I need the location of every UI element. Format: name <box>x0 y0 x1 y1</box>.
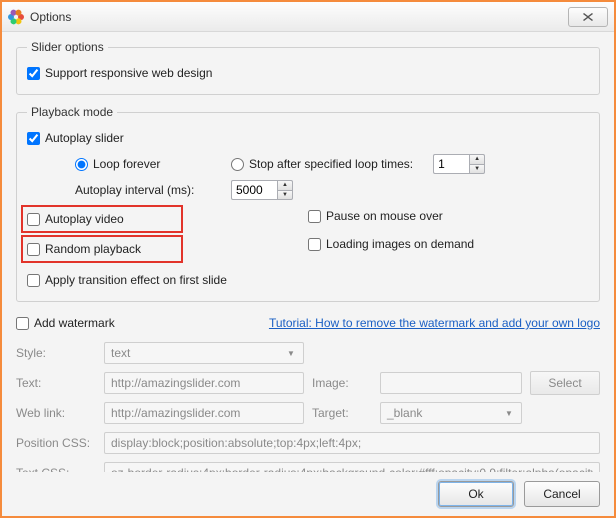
autoplay-video-checkbox[interactable] <box>27 213 40 226</box>
autoplay-video-text: Autoplay video <box>45 212 124 226</box>
transition-first-checkbox[interactable] <box>27 274 40 287</box>
loading-on-demand-text: Loading images on demand <box>326 237 474 251</box>
pause-hover-checkbox-label[interactable]: Pause on mouse over <box>308 209 443 223</box>
ok-button[interactable]: Ok <box>438 481 514 507</box>
pause-hover-text: Pause on mouse over <box>326 209 443 223</box>
interval-up-icon[interactable]: ▲ <box>277 180 293 190</box>
weblink-label: Web link: <box>16 406 96 420</box>
add-watermark-checkbox[interactable] <box>16 317 29 330</box>
responsive-checkbox[interactable] <box>27 67 40 80</box>
options-dialog: Options Slider options Support responsiv… <box>2 2 614 516</box>
text-css-input[interactable] <box>104 462 600 472</box>
autoplay-slider-text: Autoplay slider <box>45 131 124 145</box>
loop-times-spinner[interactable]: ▲ ▼ <box>433 154 485 174</box>
app-icon <box>8 9 24 25</box>
pause-hover-checkbox[interactable] <box>308 210 321 223</box>
close-icon <box>583 13 593 21</box>
watermark-settings-grid: Style: text ▼ Text: Image: Select Web li… <box>16 340 600 472</box>
target-label: Target: <box>312 406 372 420</box>
target-select[interactable]: _blank ▼ <box>380 402 522 424</box>
loop-times-down-icon[interactable]: ▼ <box>469 164 485 175</box>
autoplay-video-checkbox-label[interactable]: Autoplay video <box>27 212 124 226</box>
slider-options-legend: Slider options <box>27 40 108 54</box>
style-value: text <box>111 346 130 360</box>
responsive-text: Support responsive web design <box>45 66 212 80</box>
watermark-row: Add watermark Tutorial: How to remove th… <box>16 312 600 334</box>
random-playback-checkbox[interactable] <box>27 243 40 256</box>
add-watermark-text: Add watermark <box>34 316 115 330</box>
loop-forever-radio[interactable] <box>75 158 88 171</box>
interval-down-icon[interactable]: ▼ <box>277 190 293 201</box>
interval-spinner[interactable]: ▲ ▼ <box>231 180 293 200</box>
loop-times-input[interactable] <box>433 154 469 174</box>
add-watermark-checkbox-label[interactable]: Add watermark <box>16 316 115 330</box>
text-input[interactable] <box>104 372 304 394</box>
style-select[interactable]: text ▼ <box>104 342 304 364</box>
stop-after-radio-label[interactable]: Stop after specified loop times: <box>231 157 413 171</box>
playback-mode-legend: Playback mode <box>27 105 117 119</box>
loading-on-demand-checkbox-label[interactable]: Loading images on demand <box>308 237 474 251</box>
dialog-button-bar: Ok Cancel <box>2 472 614 516</box>
stop-after-text: Stop after specified loop times: <box>249 157 413 171</box>
playback-mode-group: Playback mode Autoplay slider Loop forev… <box>16 105 600 302</box>
style-label: Style: <box>16 346 96 360</box>
responsive-checkbox-label[interactable]: Support responsive web design <box>27 66 212 80</box>
loop-forever-radio-label[interactable]: Loop forever <box>75 157 225 171</box>
close-button[interactable] <box>568 7 608 27</box>
loading-on-demand-checkbox[interactable] <box>308 238 321 251</box>
transition-first-checkbox-label[interactable]: Apply transition effect on first slide <box>27 273 227 287</box>
image-input[interactable] <box>380 372 522 394</box>
position-css-input[interactable] <box>104 432 600 454</box>
loop-forever-text: Loop forever <box>93 157 160 171</box>
text-label: Text: <box>16 376 96 390</box>
autoplay-slider-checkbox[interactable] <box>27 132 40 145</box>
watermark-tutorial-link[interactable]: Tutorial: How to remove the watermark an… <box>269 316 600 330</box>
titlebar: Options <box>2 2 614 32</box>
transition-first-text: Apply transition effect on first slide <box>45 273 227 287</box>
target-value: _blank <box>387 406 422 420</box>
chevron-down-icon: ▼ <box>501 409 517 418</box>
weblink-input[interactable] <box>104 402 304 424</box>
select-image-button[interactable]: Select <box>530 371 600 395</box>
interval-input[interactable] <box>231 180 277 200</box>
random-playback-checkbox-label[interactable]: Random playback <box>27 242 141 256</box>
slider-options-group: Slider options Support responsive web de… <box>16 40 600 95</box>
content-area: Slider options Support responsive web de… <box>2 32 614 472</box>
image-label: Image: <box>312 376 372 390</box>
window-title: Options <box>30 10 568 24</box>
interval-label: Autoplay interval (ms): <box>75 183 225 197</box>
position-css-label: Position CSS: <box>16 436 96 450</box>
random-playback-text: Random playback <box>45 242 141 256</box>
stop-after-radio[interactable] <box>231 158 244 171</box>
chevron-down-icon: ▼ <box>283 349 299 358</box>
loop-times-up-icon[interactable]: ▲ <box>469 154 485 164</box>
autoplay-slider-checkbox-label[interactable]: Autoplay slider <box>27 131 124 145</box>
cancel-button[interactable]: Cancel <box>524 481 600 507</box>
